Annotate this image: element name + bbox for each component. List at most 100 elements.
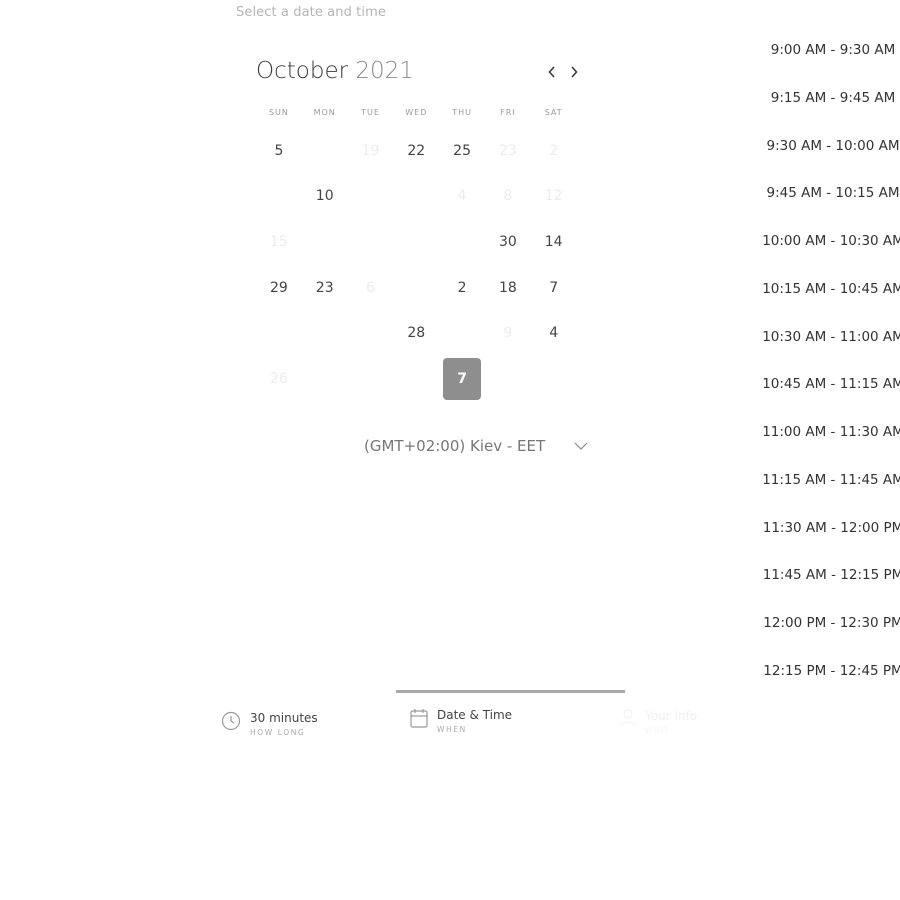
step-date-time-label: Date & Time — [437, 708, 513, 722]
calendar-day — [302, 356, 348, 402]
calendar-day — [393, 219, 439, 265]
calendar-day — [531, 356, 577, 402]
calendar-day-number: 5 — [274, 142, 284, 159]
calendar-day-number: 30 — [498, 233, 517, 250]
calendar-day-number: 18 — [498, 279, 517, 296]
time-slot[interactable]: 12:00 PM - 12:30 PM — [763, 615, 900, 663]
time-slot[interactable]: 10:30 AM - 11:00 AM — [762, 329, 900, 377]
calendar-day-selected[interactable]: 7 — [439, 356, 485, 402]
prev-month-button[interactable] — [545, 64, 559, 80]
calendar-day-number: 7 — [549, 279, 559, 296]
time-slot[interactable]: 11:45 AM - 12:15 PM — [763, 567, 900, 615]
time-slot[interactable]: 9:00 AM - 9:30 AM — [763, 42, 900, 90]
calendar-day[interactable]: 5 — [256, 128, 302, 174]
calendar-day — [256, 310, 302, 356]
calendar-day[interactable]: 10 — [302, 174, 348, 220]
weekday-label: SAT — [544, 108, 563, 117]
next-month-button[interactable] — [567, 64, 581, 80]
calendar-day — [348, 310, 394, 356]
calendar-day-number: 4 — [549, 325, 559, 342]
calendar-day[interactable]: 28 — [393, 310, 439, 356]
weekday-header: SUN MON TUE WED THU FRI SAT — [256, 108, 577, 117]
step-date-time[interactable]: Date & Time WHEN — [410, 708, 512, 734]
select-date-hint: Select a date and time — [236, 5, 386, 20]
time-slot[interactable]: 10:45 AM - 11:15 AM — [762, 376, 900, 424]
calendar-nav — [545, 64, 581, 80]
calendar-day: 8 — [485, 174, 531, 220]
clock-icon — [221, 711, 241, 731]
calendar-day[interactable]: 29 — [256, 265, 302, 311]
calendar-day — [348, 219, 394, 265]
step-info-label: Your Info — [645, 709, 698, 723]
calendar-day[interactable]: 23 — [302, 265, 348, 311]
calendar-day[interactable]: 18 — [485, 265, 531, 311]
calendar-day — [439, 310, 485, 356]
chevron-right-icon — [571, 66, 578, 78]
calendar-day-number: 22 — [407, 142, 426, 159]
time-slot[interactable]: 11:30 AM - 12:00 PM — [763, 520, 900, 568]
calendar-day[interactable]: 22 — [393, 128, 439, 174]
weekday-label: THU — [452, 108, 472, 117]
step-duration[interactable]: 30 minutes HOW LONG — [221, 711, 318, 737]
time-slot-list: 9:00 AM - 9:30 AM 9:15 AM - 9:45 AM 9:30 A… — [762, 42, 900, 711]
calendar-day-number: 14 — [544, 233, 563, 250]
calendar-day-number: 28 — [407, 325, 426, 342]
calendar-day[interactable]: 25 — [439, 128, 485, 174]
step-info[interactable]: Your Info WHO — [620, 709, 697, 735]
calendar-day — [348, 356, 394, 402]
booking-steps: 30 minutes HOW LONG Date & Time WHEN You… — [0, 690, 900, 750]
time-slot[interactable]: 10:15 AM - 10:45 AM — [762, 281, 900, 329]
time-slot[interactable]: 11:15 AM - 11:45 AM — [762, 472, 900, 520]
calendar-day: 4 — [439, 174, 485, 220]
chevron-down-icon — [574, 442, 588, 450]
active-step-indicator — [396, 690, 625, 693]
calendar-day-number: 8 — [503, 188, 513, 205]
calendar-day: 2 — [531, 128, 577, 174]
calendar-day-number: 2 — [549, 142, 559, 159]
calendar-day — [393, 174, 439, 220]
calendar-icon — [410, 709, 428, 728]
calendar-month: October — [256, 58, 349, 84]
step-info-sub: WHO — [645, 726, 669, 735]
weekday-label: SUN — [268, 108, 289, 117]
timezone-value: (GMT+02:00) Kiev - EET — [364, 437, 546, 455]
calendar-day: 23 — [485, 128, 531, 174]
calendar-day[interactable]: 2 — [439, 265, 485, 311]
calendar-day: 26 — [256, 356, 302, 402]
calendar-day — [302, 310, 348, 356]
time-slot[interactable]: 9:30 AM - 10:00 AM — [763, 138, 900, 186]
chevron-left-icon — [548, 66, 555, 78]
calendar-day-number: 25 — [453, 142, 471, 159]
time-slot[interactable]: 11:00 AM - 11:30 AM — [762, 424, 900, 472]
calendar-day-number: 23 — [498, 142, 517, 159]
time-slot[interactable]: 9:45 AM - 10:15 AM — [763, 185, 900, 233]
timezone-select[interactable]: (GMT+02:00) Kiev - EET — [364, 437, 588, 455]
step-duration-label: 30 minutes — [250, 711, 318, 725]
calendar-day: 6 — [348, 265, 394, 311]
time-slot[interactable]: 10:00 AM - 10:30 AM — [762, 233, 900, 281]
calendar-day-number: 4 — [457, 188, 467, 205]
calendar-day-number: 26 — [269, 370, 288, 387]
calendar-day — [302, 219, 348, 265]
calendar-day-number: 9 — [503, 325, 513, 342]
calendar-day: 9 — [485, 310, 531, 356]
calendar-day-number: 15 — [269, 233, 288, 250]
time-slot[interactable]: 9:15 AM - 9:45 AM — [763, 90, 900, 138]
calendar-day-number: 29 — [269, 279, 288, 296]
calendar-grid: 5 19 22 25 23 2 10 4 8 12 15 30 14 29 23 6 2 18 7 28 9 4 26 7 — [256, 128, 577, 402]
calendar-day — [256, 174, 302, 220]
calendar-year: 2021 — [355, 58, 414, 84]
calendar-day — [302, 128, 348, 174]
calendar-day-number: 2 — [457, 279, 467, 296]
weekday-label: MON — [313, 108, 336, 117]
weekday-label: WED — [405, 108, 428, 117]
calendar-day: 19 — [348, 128, 394, 174]
calendar-day — [439, 219, 485, 265]
calendar-day-number: 6 — [366, 279, 375, 296]
calendar-day: 15 — [256, 219, 302, 265]
calendar-day[interactable]: 7 — [531, 265, 577, 311]
calendar-day[interactable]: 14 — [531, 219, 577, 265]
weekday-label: TUE — [361, 108, 380, 117]
calendar-day[interactable]: 30 — [485, 219, 531, 265]
calendar-day[interactable]: 4 — [531, 310, 577, 356]
